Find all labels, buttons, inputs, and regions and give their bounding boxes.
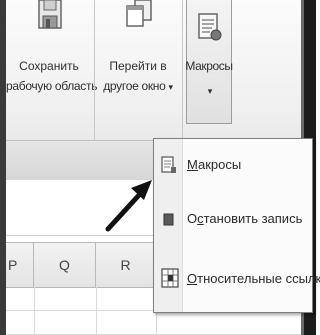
save-workspace-label-2: рабочую область [6, 79, 98, 93]
menu-item-view-macros[interactable]: Макросы [154, 143, 312, 187]
save-workspace-button[interactable]: Сохранить рабочую область [6, 0, 98, 130]
menu-label-post: акросы [197, 157, 242, 172]
menu-label-accesskey: О [187, 271, 198, 286]
chevron-down-icon: ▾ [168, 82, 174, 92]
column-header-p[interactable]: P [6, 243, 34, 287]
save-workspace-icon [36, 0, 64, 38]
stop-recording-icon [161, 210, 177, 228]
menu-label-pre: О [187, 211, 198, 226]
grid-row[interactable] [6, 311, 301, 335]
macros-icon [197, 12, 223, 42]
menu-label-post: тановить запись [203, 211, 303, 226]
ribbon-separator [182, 0, 183, 140]
grid-line [96, 287, 97, 335]
relative-references-icon [161, 268, 179, 288]
menu-item-relative-references[interactable]: Относительные ссылки [154, 257, 320, 301]
menu-label-post: тносительные ссылки [197, 271, 320, 286]
column-header-r[interactable]: R [96, 243, 156, 287]
switch-windows-icon [125, 0, 153, 34]
macros-dropdown-menu: Макросы Остановить запись Относительные … [153, 138, 320, 313]
save-workspace-label-1: Сохранить [19, 59, 79, 73]
macro-sheet-icon [161, 156, 177, 174]
menu-label-accesskey: М [187, 157, 198, 172]
switch-windows-button[interactable]: Перейти в другое окно ▾ [95, 0, 181, 130]
column-header-q[interactable]: Q [34, 243, 96, 287]
chevron-down-icon: ▾ [207, 86, 213, 96]
switch-windows-label-2: другое окно [103, 79, 166, 93]
macros-label: Макросы [185, 59, 233, 73]
macros-button[interactable]: Макросы ▾ [185, 0, 233, 124]
grid-line [34, 287, 35, 335]
menu-item-stop-recording[interactable]: Остановить запись [154, 197, 312, 241]
switch-windows-label-1: Перейти в [109, 59, 167, 73]
